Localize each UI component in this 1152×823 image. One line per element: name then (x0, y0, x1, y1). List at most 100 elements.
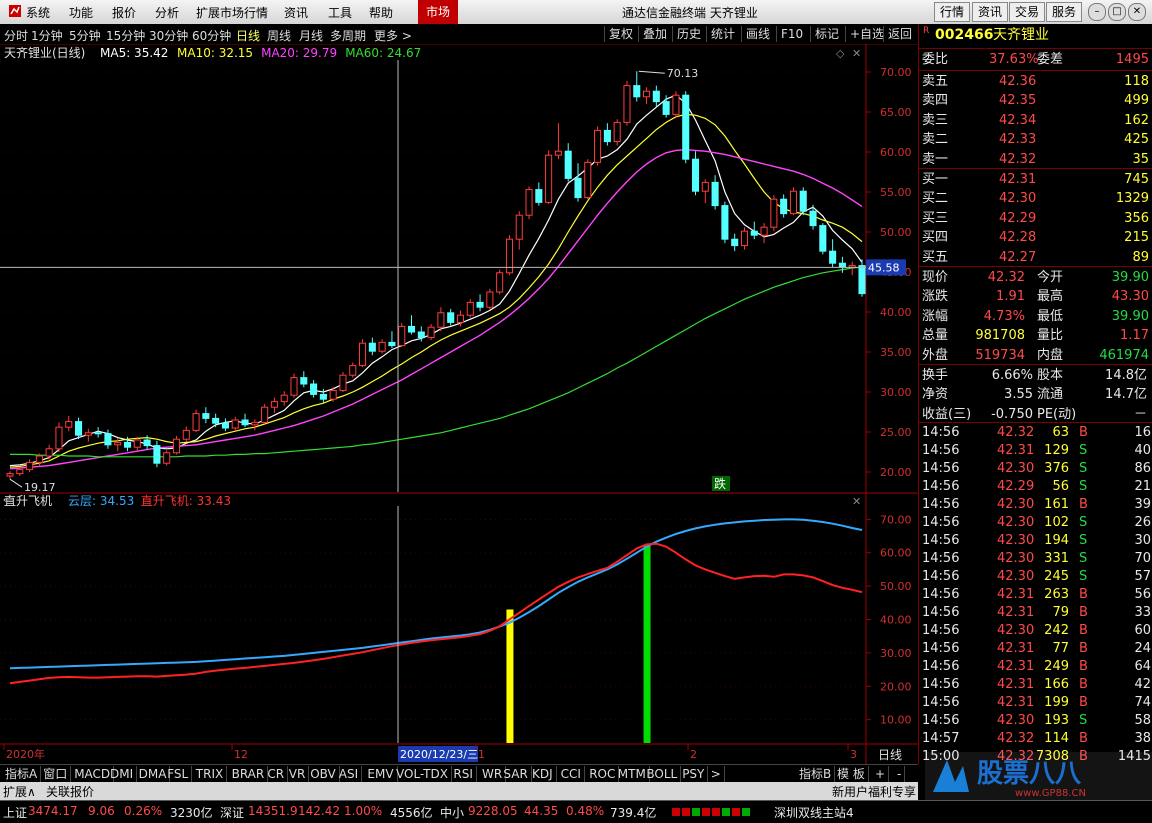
indicator-right-1[interactable]: 模 板 (834, 766, 869, 782)
tick-side: S (1079, 479, 1088, 494)
btn-news[interactable]: 资讯 (972, 2, 1009, 22)
tick-count: 60 (1134, 623, 1151, 638)
menu-info[interactable]: 资讯 (284, 4, 308, 21)
tool-history[interactable]: 历史 (672, 26, 705, 42)
period-1min[interactable]: 1分钟 (31, 27, 63, 44)
tool-add-fav[interactable]: +自选 (845, 26, 888, 42)
close-sub-panel-icon[interactable]: ✕ (852, 495, 861, 508)
indicator-tab-brar[interactable]: BRAR (229, 766, 269, 782)
period-more[interactable]: 更多 > (374, 27, 412, 44)
indicator-tab-voltdx[interactable]: VOL-TDX (393, 766, 452, 782)
server-name[interactable]: 深圳双线主站4 (774, 804, 854, 821)
close-icon[interactable]: ✕ (1128, 3, 1146, 21)
indicator-tab-fsl[interactable]: FSL (164, 766, 193, 782)
menu-ext-market[interactable]: 扩展市场行情 (196, 4, 268, 21)
tool-mark[interactable]: 标记 (810, 26, 843, 42)
tick-row: 14:56 42.30 194 S 30 (919, 531, 1152, 550)
candle-body (809, 210, 817, 227)
sub-ytick-label: 40.00 (880, 613, 912, 626)
btn-service[interactable]: 服务 (1046, 2, 1083, 22)
stock-name: 天齐锂业 (993, 27, 1049, 43)
tool-stats[interactable]: 统计 (706, 26, 739, 42)
kline-chart-svg[interactable]: 天齐锂业(日线) MA5: 35.42 MA10: 32.15 MA20: 29.7… (0, 44, 918, 764)
close-panel-icon[interactable]: ✕ (852, 47, 861, 60)
maximize-icon[interactable]: □ (1108, 3, 1126, 21)
menu-analysis[interactable]: 分析 (155, 4, 179, 21)
period-fenshi[interactable]: 分时 (4, 27, 28, 44)
zx-index-label[interactable]: 中小 (440, 804, 464, 821)
tick-volume: 199 (1044, 695, 1069, 710)
period-15min[interactable]: 15分钟 (106, 27, 145, 44)
candle-body (182, 429, 190, 440)
menu-function[interactable]: 功能 (69, 4, 93, 21)
indicator-tab-sar[interactable]: SAR (500, 766, 532, 782)
tool-f10[interactable]: F10 (776, 26, 807, 42)
period-weekly[interactable]: 周线 (267, 27, 291, 44)
indicator-tab-rsi[interactable]: RSI (450, 766, 477, 782)
period-daily[interactable]: 日线 (236, 27, 260, 44)
tick-price: 42.30 (997, 533, 1035, 548)
sh-index-change: 9.06 (88, 804, 115, 818)
new-user-promo[interactable]: 新用户福利专享 (832, 783, 916, 800)
candle-body (417, 331, 425, 339)
candle-body (153, 445, 161, 464)
menu-tools[interactable]: 工具 (328, 4, 352, 21)
candle-body (388, 341, 396, 347)
tool-draw[interactable]: 画线 (741, 26, 774, 42)
ma-line-ma20 (9, 148, 863, 470)
indicator-right-3[interactable]: - (894, 766, 906, 782)
candle-body (456, 314, 465, 323)
btn-trade[interactable]: 交易 (1009, 2, 1046, 22)
indicator-tab-asi[interactable]: ASI (336, 766, 363, 782)
indicator-tab-[interactable]: 窗口 (40, 766, 72, 782)
related-quote-tab[interactable]: 关联报价 (46, 783, 94, 800)
indicator-tab-psy[interactable]: PSY (679, 766, 709, 782)
tool-back[interactable]: 返回 (883, 26, 916, 42)
indicator-tab-boll[interactable]: BOLL (643, 766, 682, 782)
minimize-icon[interactable]: – (1088, 3, 1106, 21)
tick-time: 14:56 (922, 497, 960, 512)
indicator-tab-cr[interactable]: CR (264, 766, 289, 782)
menu-quote[interactable]: 报价 (112, 4, 136, 21)
indicator-tab-cci[interactable]: CCI (558, 766, 585, 782)
expand-arrow-icon[interactable]: ← (3, 495, 11, 506)
ask-row: 卖三 42.34 162 (919, 111, 1152, 130)
tool-fuquan[interactable]: 复权 (604, 26, 637, 42)
xtick-label: 12 (234, 748, 248, 761)
tick-side: B (1079, 731, 1088, 746)
tick-price: 42.31 (997, 641, 1035, 656)
indicator-tab-trix[interactable]: TRIX (193, 766, 228, 782)
main-ytick-label: 50.00 (880, 226, 912, 239)
period-multi[interactable]: 多周期 (330, 27, 366, 44)
main-ytick-label: 20.00 (880, 466, 912, 479)
btn-quotes[interactable]: 行情 (934, 2, 971, 22)
stat-value: 519734 (975, 347, 1025, 363)
chart-area[interactable]: 天齐锂业(日线) MA5: 35.42 MA10: 32.15 MA20: 29.7… (0, 44, 918, 764)
menu-logo-icon[interactable] (8, 4, 22, 21)
ma-label-0: MA5: 35.42 (100, 46, 168, 60)
indicator-right-2[interactable]: + (872, 766, 890, 782)
indicator-tab-vr[interactable]: VR (286, 766, 310, 782)
menu-help[interactable]: 帮助 (369, 4, 393, 21)
period-5min[interactable]: 5分钟 (69, 27, 101, 44)
tick-price: 42.29 (997, 479, 1035, 494)
tool-overlay[interactable]: 叠加 (638, 26, 671, 42)
indicator-tab-dmi[interactable]: DMI (107, 766, 138, 782)
period-monthly[interactable]: 月线 (299, 27, 323, 44)
stat-label: 最高 (1037, 289, 1064, 305)
expand-button[interactable]: 扩展∧ (3, 783, 36, 800)
indicator-tab-kdj[interactable]: KDJ (529, 766, 557, 782)
indicator-right-0[interactable]: 指标B (796, 766, 836, 782)
sub-line-0 (9, 518, 863, 670)
sz-index-label[interactable]: 深证 (220, 804, 244, 821)
diamond-icon[interactable]: ◇ (836, 47, 845, 60)
indicator-tab-[interactable]: > (708, 766, 725, 782)
crosshair-date-flag: 2020/12/23/三 (400, 748, 478, 761)
sh-index-label[interactable]: 上证 (3, 804, 27, 821)
indicator-tab-a[interactable]: 指标A (2, 766, 42, 782)
period-30min[interactable]: 30分钟 (149, 27, 188, 44)
stat-label: PE(动) (1037, 406, 1077, 422)
menu-market[interactable]: 市场 (418, 0, 459, 24)
period-60min[interactable]: 60分钟 (192, 27, 231, 44)
menu-system[interactable]: 系统 (26, 4, 50, 21)
